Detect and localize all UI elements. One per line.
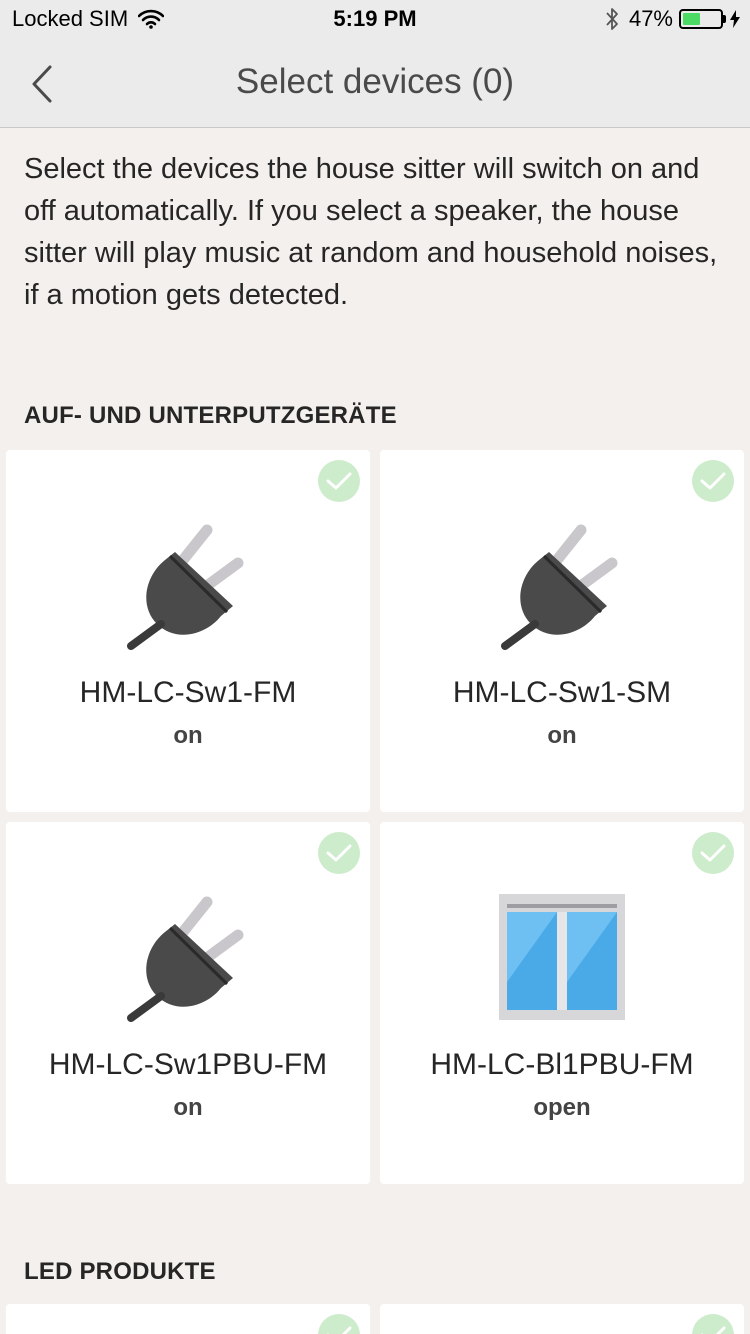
section-title-led-produkte: LED PRODUKTE	[24, 1258, 216, 1285]
device-name: HM-LC-Sw1-FM	[79, 676, 297, 709]
chevron-left-icon	[32, 65, 52, 103]
charging-icon	[730, 10, 740, 28]
plug-icon	[6, 892, 370, 1022]
checkmark-icon[interactable]	[318, 832, 360, 874]
battery-cap	[723, 15, 726, 23]
navigation-bar: Select devices (0)	[0, 40, 750, 128]
page-title: Select devices (0)	[235, 62, 515, 101]
carrier-group: Locked SIM	[12, 6, 165, 32]
checkmark-icon[interactable]	[318, 460, 360, 502]
device-name: HM-LC-Bl1PBU-FM	[430, 1048, 694, 1081]
device-state: on	[173, 1094, 203, 1121]
device-card[interactable]: HM-LC-Bl1PBU-FM open	[380, 822, 744, 1184]
checkmark-icon[interactable]	[692, 1314, 734, 1334]
device-name: HM-LC-Sw1PBU-FM	[48, 1048, 328, 1081]
battery-level	[683, 13, 700, 25]
section-title-auf-und-unterputz: AUF- UND UNTERPUTZGERÄTE	[24, 402, 397, 429]
wifi-icon	[138, 9, 165, 29]
status-bar: Locked SIM 5:19 PM 47%	[0, 0, 750, 40]
device-state: on	[547, 722, 577, 749]
device-card[interactable]: HM-LC-Sw1PBU-FM on	[6, 822, 370, 1184]
battery-icon	[679, 9, 723, 29]
instructions-text: Select the devices the house sitter will…	[24, 153, 718, 311]
plug-icon	[380, 520, 744, 650]
battery-percent: 47%	[628, 6, 673, 31]
plug-icon	[6, 520, 370, 650]
checkmark-icon[interactable]	[692, 460, 734, 502]
bluetooth-icon	[606, 8, 618, 30]
carrier-label: Locked SIM	[12, 6, 129, 31]
checkmark-icon[interactable]	[692, 832, 734, 874]
checkmark-icon[interactable]	[318, 1314, 360, 1334]
device-name: HM-LC-Sw1-SM	[452, 676, 672, 709]
back-button[interactable]	[14, 54, 70, 114]
device-card[interactable]: HM-LC-Sw1-SM on	[380, 450, 744, 812]
device-card[interactable]	[380, 1304, 744, 1334]
window-icon	[380, 892, 744, 1022]
device-state: open	[533, 1094, 591, 1121]
device-card[interactable]	[6, 1304, 370, 1334]
device-state: on	[173, 722, 203, 749]
device-card[interactable]: HM-LC-Sw1-FM on	[6, 450, 370, 812]
status-right-group: 47%	[605, 6, 740, 32]
